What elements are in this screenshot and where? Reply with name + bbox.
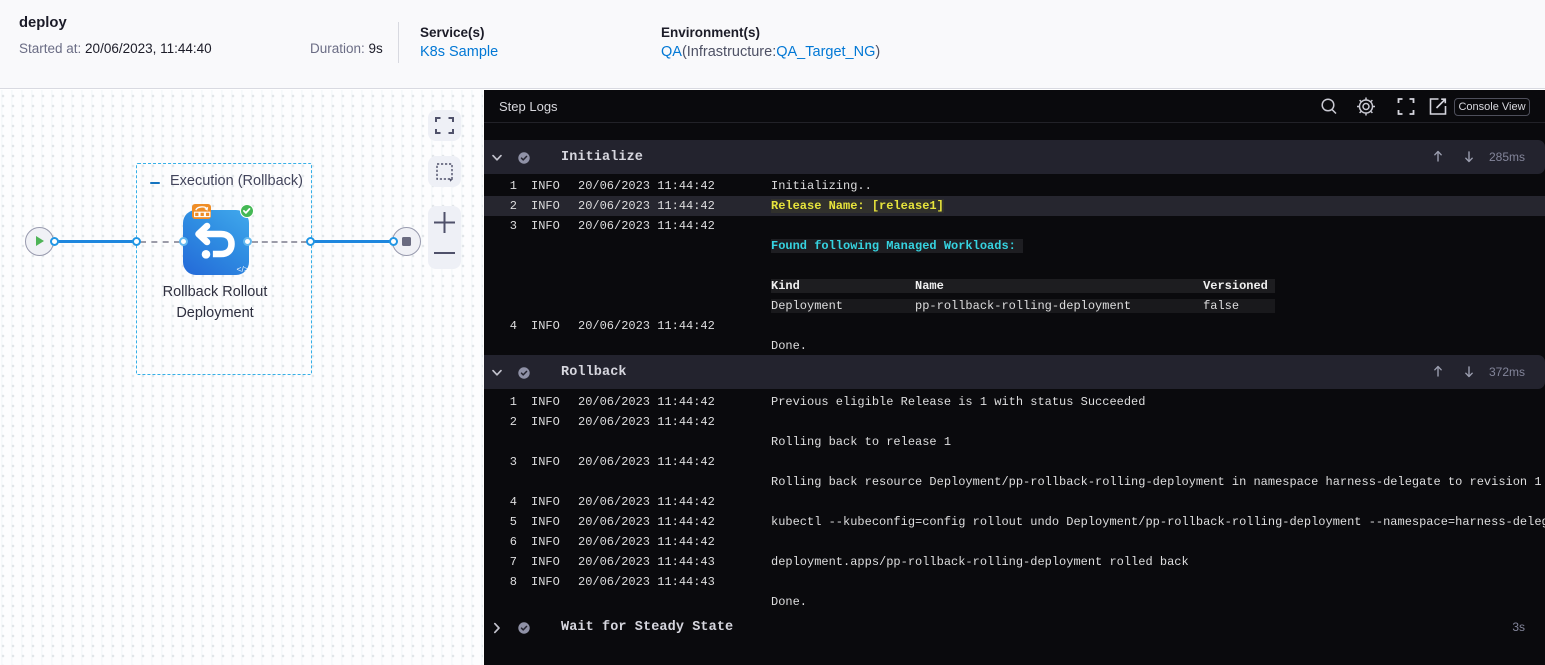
- svg-text:</>: </>: [237, 264, 249, 274]
